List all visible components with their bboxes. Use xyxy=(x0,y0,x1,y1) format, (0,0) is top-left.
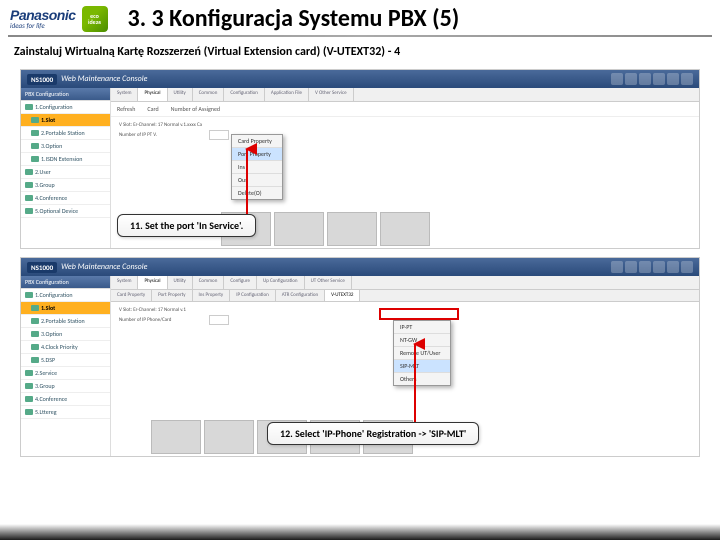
subtab[interactable]: Ins Property xyxy=(193,290,231,301)
subtab[interactable]: IP Configuration xyxy=(230,290,276,301)
subtab-active[interactable]: V-UTEXT32 xyxy=(325,290,360,301)
titlebar-icon[interactable] xyxy=(667,261,679,273)
title-underline xyxy=(8,35,712,37)
row-field[interactable] xyxy=(209,315,229,325)
thumbnail xyxy=(151,420,201,454)
screenshot-1: NS1000 Web Maintenance Console PBX Confi… xyxy=(20,69,700,249)
ns-badge: NS1000 xyxy=(27,74,57,85)
sidebar-item[interactable]: 1.Configuration xyxy=(21,101,110,114)
sidebar-header: PBX Configuration xyxy=(21,276,110,289)
row-field[interactable] xyxy=(209,130,229,140)
sidebar-item[interactable]: 2.User xyxy=(21,166,110,179)
titlebar-icon[interactable] xyxy=(611,261,623,273)
titlebar-icon[interactable] xyxy=(639,73,651,85)
main-tabs: System Physical Utility Common Configura… xyxy=(111,88,699,102)
sidebar: PBX Configuration 1.Configuration 1.Slot… xyxy=(21,276,111,456)
tab[interactable]: System xyxy=(111,88,138,101)
tab[interactable]: System xyxy=(111,276,138,289)
subtab[interactable]: Card Property xyxy=(111,290,152,301)
slide-subtitle: Zainstaluj Wirtualną Kartę Rozszerzeń (V… xyxy=(0,43,720,65)
sidebar-item[interactable]: 3.Group xyxy=(21,380,110,393)
sidebar-item[interactable]: 3.Option xyxy=(21,140,110,153)
page-title: 3. 3 Konfiguracja Systemu PBX (5) xyxy=(128,4,460,33)
sidebar-item[interactable]: 3.Group xyxy=(21,179,110,192)
menu-item[interactable]: IP-PT xyxy=(394,321,450,334)
callout-arrow xyxy=(407,338,427,430)
titlebar-icon[interactable] xyxy=(639,261,651,273)
thumbnail xyxy=(380,212,430,246)
tab[interactable]: V Other Service xyxy=(309,88,354,101)
tab[interactable]: Utility xyxy=(168,88,193,101)
sidebar-item[interactable]: 1.ISDN Extension xyxy=(21,153,110,166)
titlebar-icon[interactable] xyxy=(681,261,693,273)
callout-arrow xyxy=(239,143,259,221)
titlebar-icon[interactable] xyxy=(653,73,665,85)
sub-label: Number of Assigned xyxy=(171,105,220,113)
tab[interactable]: Common xyxy=(193,276,225,289)
titlebar-icon[interactable] xyxy=(667,73,679,85)
titlebar-icon[interactable] xyxy=(681,73,693,85)
sidebar-item-selected[interactable]: 1.Slot xyxy=(21,114,110,127)
ns-badge: NS1000 xyxy=(27,262,57,273)
sidebar-item[interactable]: 2.Service xyxy=(21,367,110,380)
tab[interactable]: UT Other Service xyxy=(305,276,352,289)
brand-logo: Panasonic ideas for life eco ideas xyxy=(10,6,108,32)
subtab[interactable]: Port Property xyxy=(152,290,192,301)
sidebar-item[interactable]: 2.Portable Station xyxy=(21,127,110,140)
sidebar-item[interactable]: 2.Portable Station xyxy=(21,315,110,328)
slide-header: Panasonic ideas for life eco ideas 3. 3 … xyxy=(0,0,720,35)
thumbnail xyxy=(327,212,377,246)
titlebar-icon[interactable] xyxy=(625,73,637,85)
tab[interactable]: Up Configuration xyxy=(257,276,305,289)
callout-step-11: 11. Set the port 'In Service'. xyxy=(117,214,256,237)
tab[interactable]: Utility xyxy=(168,276,193,289)
tab-active[interactable]: Physical xyxy=(138,276,167,289)
thumbnail xyxy=(274,212,324,246)
sidebar-item[interactable]: 1.Configuration xyxy=(21,289,110,302)
config-table: V Slot: Er-Channel: 17 Normal v.1.xxxx C… xyxy=(115,121,695,141)
app-title: Web Maintenance Console xyxy=(61,74,147,84)
sub-tabs: Card Property Port Property Ins Property… xyxy=(111,290,699,302)
row-label: V Slot: Er-Channel: 17 Normal v.1.xxxx C… xyxy=(119,122,209,128)
sidebar-item[interactable]: 5.DSP xyxy=(21,354,110,367)
sub-link[interactable]: Card xyxy=(147,105,158,113)
callout-step-12: 12. Select 'IP-Phone' Registration -> 'S… xyxy=(267,422,479,445)
titlebar-icon[interactable] xyxy=(625,261,637,273)
titlebar-icon[interactable] xyxy=(653,261,665,273)
tab-active[interactable]: Physical xyxy=(138,88,167,101)
row-label: V Slot: Er-Channel: 17 Normal v.1 xyxy=(119,307,209,313)
main-tabs: System Physical Utility Common Configure… xyxy=(111,276,699,290)
sidebar-item[interactable]: 4.Conference xyxy=(21,192,110,205)
sidebar-item[interactable]: 5.Lttereg xyxy=(21,406,110,419)
tab[interactable]: Configuration xyxy=(224,88,265,101)
sidebar-header: PBX Configuration xyxy=(21,88,110,101)
tab[interactable]: Configure xyxy=(224,276,257,289)
tab[interactable]: Common xyxy=(193,88,225,101)
row-label: Number of IP Phone/Card xyxy=(119,317,209,323)
row-label: Number of IP PT V. xyxy=(119,132,209,138)
titlebar-icons xyxy=(611,73,693,85)
sidebar-item[interactable]: 4.Clock Priority xyxy=(21,341,110,354)
sub-link[interactable]: Refresh xyxy=(117,105,135,113)
sub-toolbar: Refresh Card Number of Assigned xyxy=(111,102,699,117)
thumbnail xyxy=(204,420,254,454)
subtab[interactable]: ATR Configuration xyxy=(276,290,325,301)
sidebar-item[interactable]: 3.Option xyxy=(21,328,110,341)
sidebar: PBX Configuration 1.Configuration 1.Slot… xyxy=(21,88,111,248)
tab[interactable]: Application File xyxy=(265,88,309,101)
sidebar-item[interactable]: 5.Optional Device xyxy=(21,205,110,218)
app-title: Web Maintenance Console xyxy=(61,262,147,272)
sidebar-item[interactable]: 4.Conference xyxy=(21,393,110,406)
sidebar-item-selected[interactable]: 1.Slot xyxy=(21,302,110,315)
eco-ideas-badge: eco ideas xyxy=(82,6,108,32)
app-titlebar: NS1000 Web Maintenance Console xyxy=(21,258,699,276)
footer-gradient xyxy=(0,524,720,540)
titlebar-icons xyxy=(611,261,693,273)
titlebar-icon[interactable] xyxy=(611,73,623,85)
screenshot-2: NS1000 Web Maintenance Console PBX Confi… xyxy=(20,257,700,457)
app-titlebar: NS1000 Web Maintenance Console xyxy=(21,70,699,88)
